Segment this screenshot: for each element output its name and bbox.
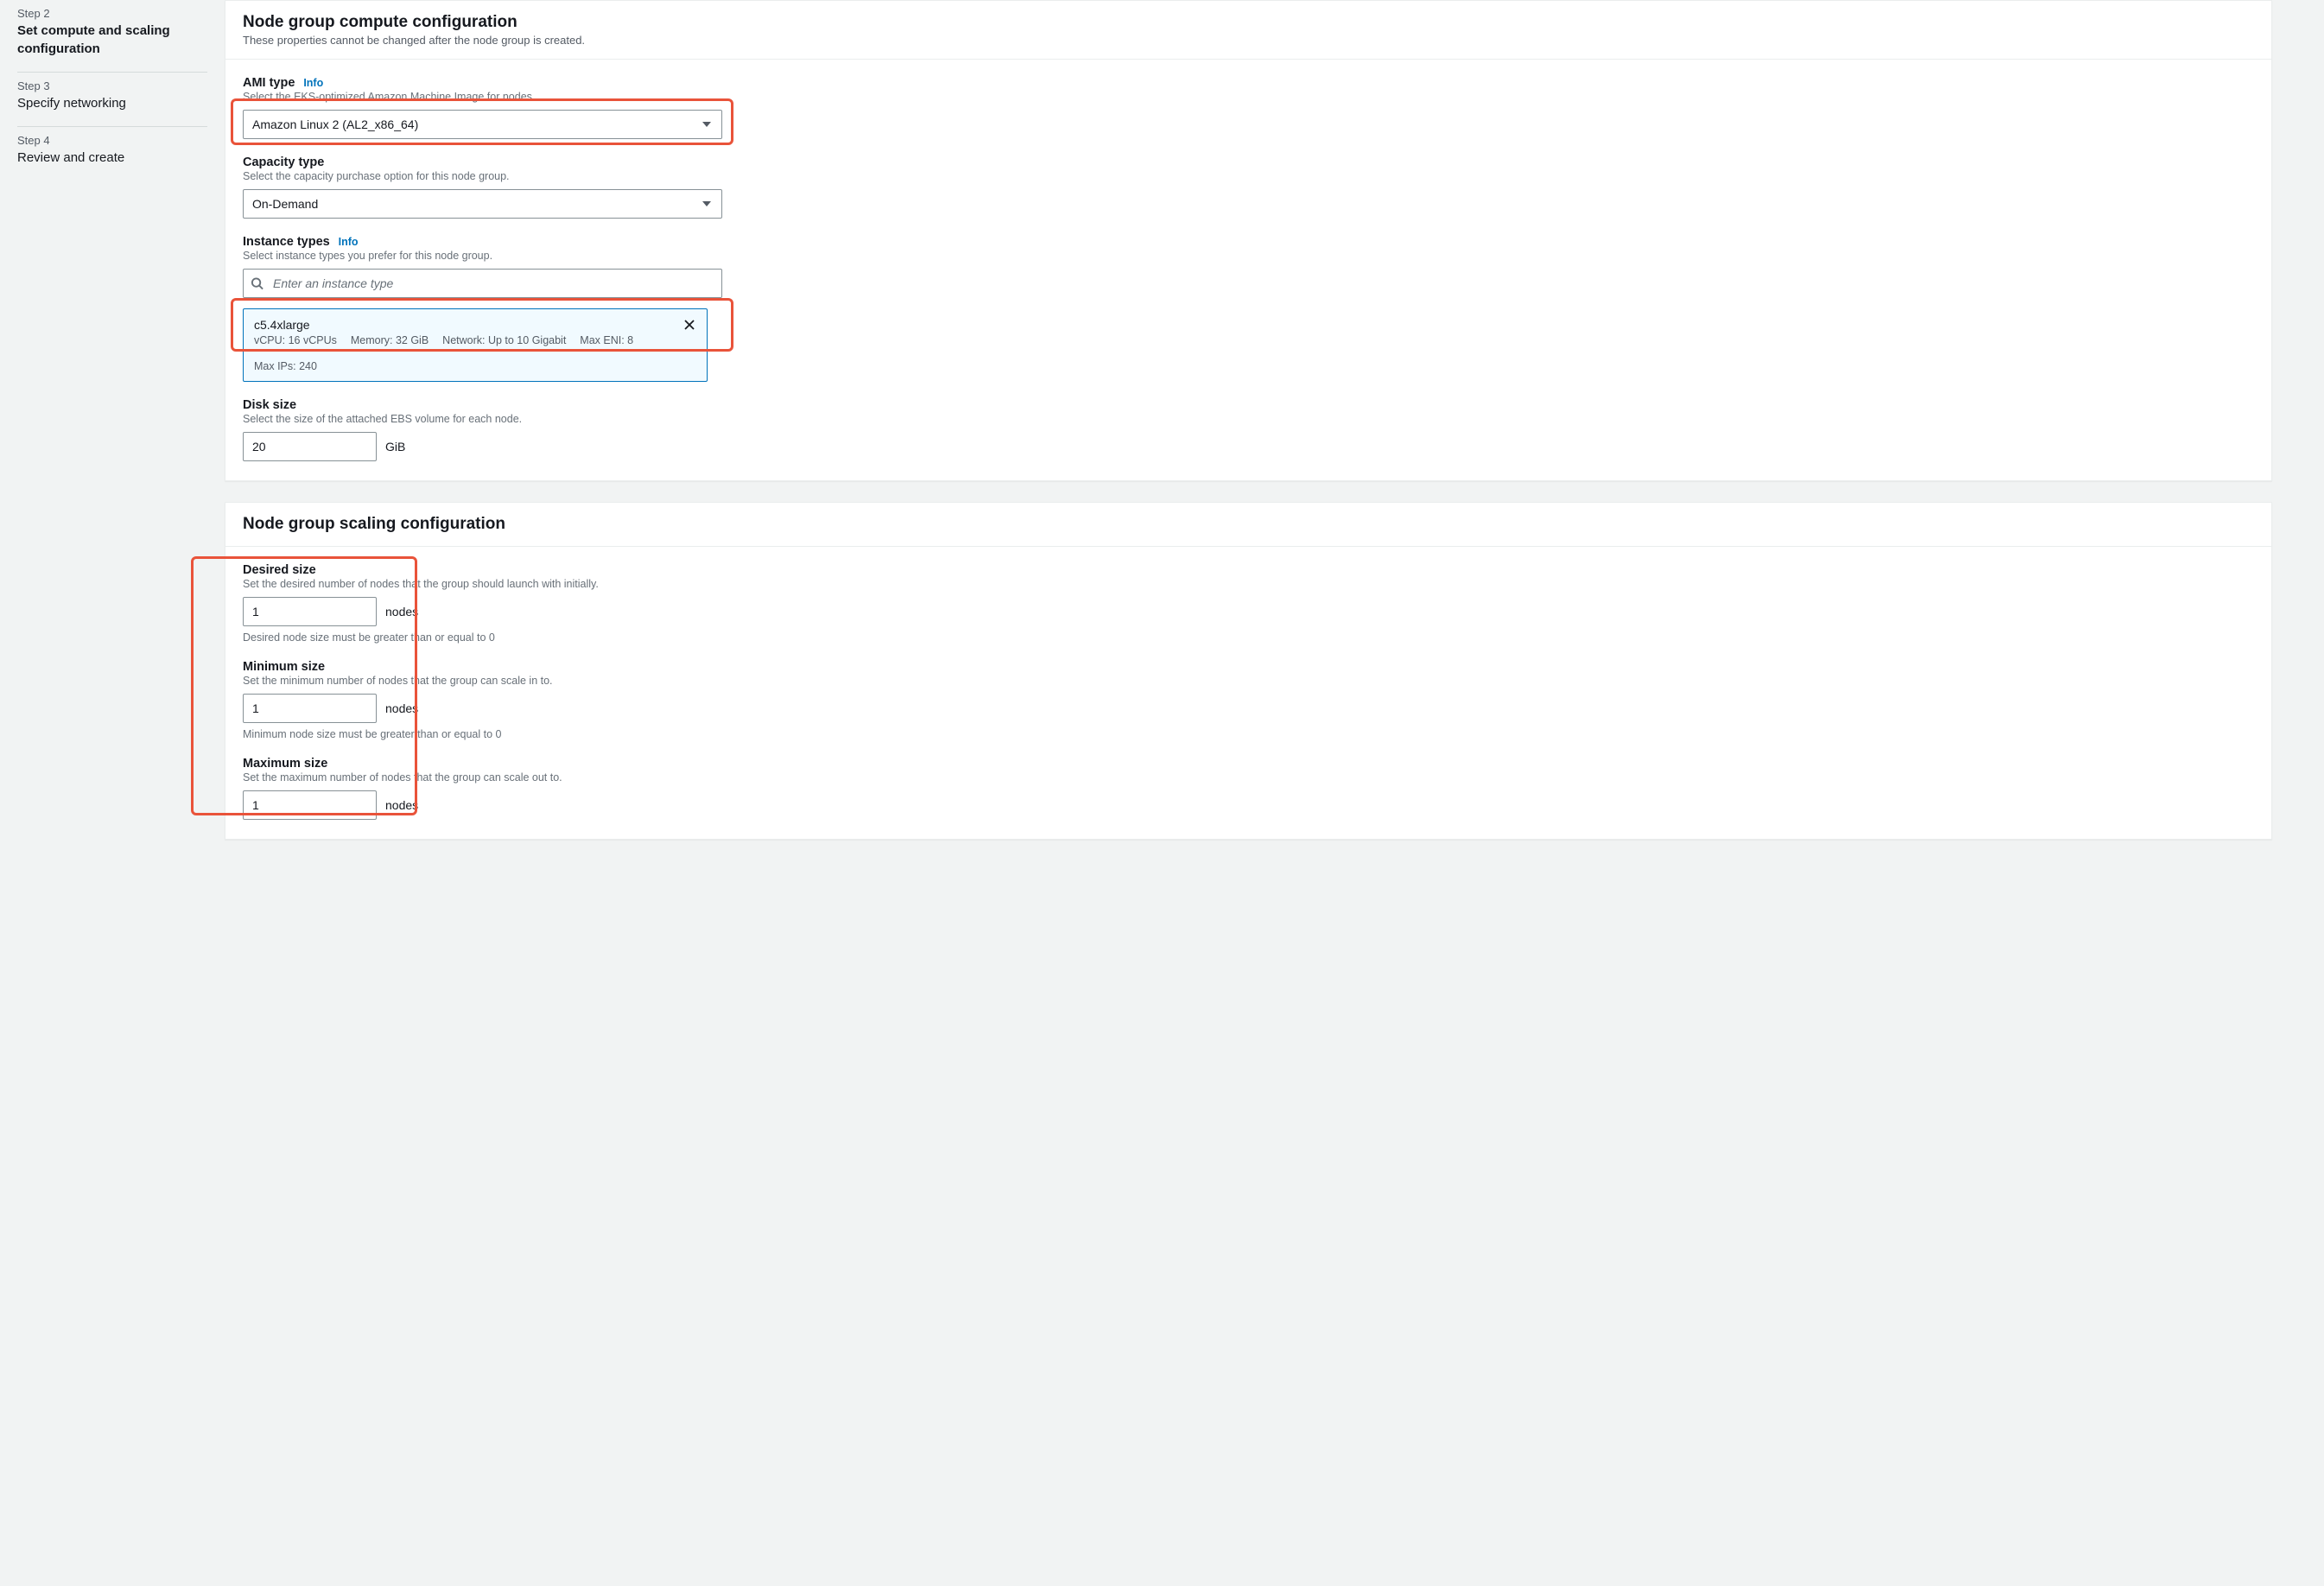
- main-content: Node group compute configuration These p…: [225, 0, 2324, 1586]
- field-desc: Select the EKS-optimized Amazon Machine …: [243, 91, 2254, 103]
- ami-type-select[interactable]: Amazon Linux 2 (AL2_x86_64): [243, 110, 722, 139]
- search-icon: [251, 277, 264, 290]
- field-label: Minimum size: [243, 660, 325, 674]
- minimum-size-input[interactable]: 1: [243, 694, 377, 723]
- maximum-size-input[interactable]: 1: [243, 790, 377, 820]
- token-name: c5.4xlarge: [254, 318, 672, 332]
- field-hint: Minimum node size must be greater than o…: [243, 728, 2254, 740]
- panel-subtitle: These properties cannot be changed after…: [243, 34, 2254, 47]
- select-value: Amazon Linux 2 (AL2_x86_64): [252, 117, 418, 131]
- field-label: AMI type: [243, 76, 295, 90]
- info-link[interactable]: Info: [303, 77, 323, 89]
- field-label: Capacity type: [243, 155, 324, 169]
- field-label: Disk size: [243, 398, 296, 412]
- input-value: 1: [252, 798, 259, 812]
- step-2[interactable]: Step 2 Set compute and scaling configura…: [17, 0, 207, 73]
- caret-down-icon: [702, 201, 711, 206]
- scaling-config-panel: Node group scaling configuration Desired…: [225, 502, 2272, 840]
- step-number: Step 4: [17, 134, 207, 147]
- step-3[interactable]: Step 3 Specify networking: [17, 73, 207, 127]
- capacity-type-select[interactable]: On-Demand: [243, 189, 722, 219]
- step-title: Set compute and scaling configuration: [17, 22, 207, 58]
- maximum-size-field: Maximum size Set the maximum number of n…: [243, 756, 2254, 820]
- field-desc: Set the desired number of nodes that the…: [243, 578, 2254, 590]
- input-value: 1: [252, 605, 259, 619]
- capacity-type-field: Capacity type Select the capacity purcha…: [243, 155, 2254, 219]
- token-max-eni: Max ENI: 8: [580, 334, 633, 346]
- field-desc: Select the capacity purchase option for …: [243, 170, 2254, 182]
- search-placeholder: Enter an instance type: [273, 276, 393, 290]
- instance-type-token: c5.4xlarge vCPU: 16 vCPUs Memory: 32 GiB…: [243, 308, 708, 382]
- field-desc: Select the size of the attached EBS volu…: [243, 413, 2254, 425]
- remove-instance-type-button[interactable]: [683, 318, 698, 333]
- token-memory: Memory: 32 GiB: [351, 334, 429, 346]
- field-desc: Set the maximum number of nodes that the…: [243, 771, 2254, 783]
- disk-size-field: Disk size Select the size of the attache…: [243, 397, 2254, 461]
- field-hint: Desired node size must be greater than o…: [243, 631, 2254, 644]
- caret-down-icon: [702, 122, 711, 127]
- field-desc: Select instance types you prefer for thi…: [243, 250, 2254, 262]
- step-4[interactable]: Step 4 Review and create: [17, 127, 207, 181]
- compute-config-panel: Node group compute configuration These p…: [225, 0, 2272, 481]
- field-label: Desired size: [243, 563, 316, 577]
- unit-label: nodes: [385, 701, 418, 715]
- step-title: Specify networking: [17, 94, 207, 112]
- field-desc: Set the minimum number of nodes that the…: [243, 675, 2254, 687]
- token-network: Network: Up to 10 Gigabit: [442, 334, 566, 346]
- step-number: Step 3: [17, 79, 207, 92]
- minimum-size-field: Minimum size Set the minimum number of n…: [243, 659, 2254, 740]
- step-title: Review and create: [17, 149, 207, 167]
- ami-type-field: AMI type Info Select the EKS-optimized A…: [243, 75, 2254, 139]
- instance-types-field: Instance types Info Select instance type…: [243, 234, 2254, 382]
- field-label: Instance types: [243, 235, 330, 249]
- input-value: 20: [252, 440, 266, 454]
- token-max-ips: Max IPs: 240: [254, 360, 317, 372]
- panel-title: Node group compute configuration: [243, 13, 2254, 32]
- instance-types-search[interactable]: Enter an instance type: [243, 269, 722, 298]
- unit-label: nodes: [385, 605, 418, 619]
- step-number: Step 2: [17, 7, 207, 20]
- disk-size-input[interactable]: 20: [243, 432, 377, 461]
- token-vcpu: vCPU: 16 vCPUs: [254, 334, 337, 346]
- field-label: Maximum size: [243, 757, 327, 771]
- panel-title: Node group scaling configuration: [243, 515, 2254, 534]
- unit-label: nodes: [385, 798, 418, 812]
- input-value: 1: [252, 701, 259, 715]
- info-link[interactable]: Info: [339, 236, 359, 248]
- unit-label: GiB: [385, 440, 405, 454]
- wizard-sidebar: Step 2 Set compute and scaling configura…: [0, 0, 225, 1586]
- desired-size-input[interactable]: 1: [243, 597, 377, 626]
- desired-size-field: Desired size Set the desired number of n…: [243, 562, 2254, 644]
- select-value: On-Demand: [252, 197, 318, 211]
